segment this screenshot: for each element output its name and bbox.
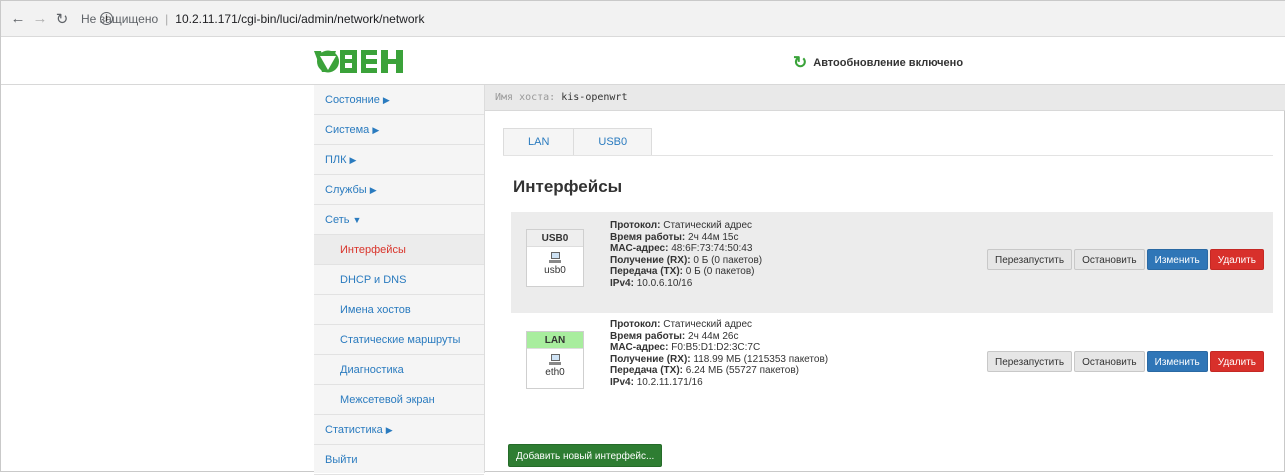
oven-logo[interactable] [314,48,408,75]
add-interface-button[interactable]: Добавить новый интерфейс... [508,444,663,467]
network-device-icon [549,252,561,264]
caret-right-icon: ▶ [385,425,393,435]
sidebar-item-label: Сеть [325,214,350,226]
arrow-left-icon[interactable]: ← [9,10,27,28]
tabs-divider [503,155,1273,156]
tab-usb0[interactable]: USB0 [574,128,653,155]
autorefresh-label: Автообновление включено [813,56,964,69]
browser-toolbar: ← → ↻ i Не защищено | 10.2.11.171/cgi-bi… [1,1,1285,37]
edit-button[interactable]: Изменить [1146,351,1208,372]
hostname-label: Имя хоста: [495,92,556,103]
sidebar-item-statistics[interactable]: Статистика ▶ [314,415,484,445]
address-bar[interactable]: i Не защищено | 10.2.11.171/cgi-bin/luci… [81,8,425,30]
interface-device: eth0 [545,367,565,378]
rx-value: 0 Б (0 пакетов) [693,254,763,266]
delete-button[interactable]: Удалить [1209,249,1264,270]
sidebar-subitem-diagnostics[interactable]: Диагностика [314,355,484,385]
restart-button[interactable]: Перезапустить [987,249,1073,270]
interface-actions: Перезапустить Остановить Изменить Удалит… [987,249,1264,270]
interface-info: Протокол: Статический адрес Время работы… [610,319,828,388]
tx-value: 0 Б (0 пакетов) [685,266,755,277]
delete-button[interactable]: Удалить [1209,351,1264,372]
caret-right-icon: ▶ [382,95,390,105]
mac-value: 48:6F:73:74:50:43 [671,243,753,254]
hostname-value: kis-openwrt [561,92,628,103]
tx-label: Передача (TX): [610,365,683,376]
interface-badge-name: USB0 [527,230,583,247]
tab-lan[interactable]: LAN [503,128,575,155]
rx-value: 118.99 МБ (1215353 пакетов) [693,353,829,365]
sidebar: Состояние ▶ Система ▶ ПЛК ▶ Службы ▶ Сеть ▼ И… [314,85,485,475]
uptime-value: 2ч 44м 26с [688,330,739,342]
caret-right-icon: ▶ [349,155,357,165]
ipv4-value: 10.0.6.10/16 [636,277,693,289]
caret-down-icon: ▼ [352,215,362,225]
sidebar-subitem-hostnames[interactable]: Имена хостов [314,295,484,325]
sidebar-item-status[interactable]: Состояние ▶ [314,85,484,115]
sidebar-item-label: Службы [325,184,367,196]
protocol-value: Статический адрес [663,319,753,330]
rx-label: Получение (RX): [610,254,691,266]
ipv4-value: 10.2.11.171/16 [636,376,703,388]
protocol-value: Статический адрес [663,220,753,231]
interface-tabs: LAN USB0 [503,128,653,155]
autorefresh-toggle[interactable]: ↻ Автообновление включено [793,54,963,71]
interface-actions: Перезапустить Остановить Изменить Удалит… [987,351,1264,372]
sidebar-item-system[interactable]: Система ▶ [314,115,484,145]
sidebar-subitem-interfaces[interactable]: Интерфейсы [314,235,484,265]
stop-button[interactable]: Остановить [1074,351,1145,372]
protocol-label: Протокол: [610,220,661,231]
protocol-label: Протокол: [610,319,661,330]
info-icon[interactable]: i [100,12,113,25]
interface-device: usb0 [544,265,566,276]
arrow-right-icon[interactable]: → [31,10,49,28]
sidebar-subitem-dhcp-dns[interactable]: DHCP и DNS [314,265,484,295]
address-separator: | [165,11,169,26]
sidebar-item-plc[interactable]: ПЛК ▶ [314,145,484,175]
ipv4-label: IPv4: [610,277,634,289]
sidebar-item-label: ПЛК [325,154,347,166]
url-text[interactable]: 10.2.11.171/cgi-bin/luci/admin/network/n… [175,12,424,26]
refresh-icon: ↻ [793,53,808,72]
interface-badge: LAN eth0 [526,331,584,389]
browser-window: ← → ↻ i Не защищено | 10.2.11.171/cgi-bi… [0,0,1285,475]
sidebar-item-services[interactable]: Службы ▶ [314,175,484,205]
interface-info: Протокол: Статический адрес Время работы… [610,220,762,289]
interface-badge-name: LAN [527,332,583,349]
restart-button[interactable]: Перезапустить [987,351,1073,372]
stop-button[interactable]: Остановить [1074,249,1145,270]
edit-button[interactable]: Изменить [1146,249,1208,270]
caret-right-icon: ▶ [372,125,380,135]
uptime-value: 2ч 44м 15с [688,231,739,243]
rx-label: Получение (RX): [610,353,691,365]
uptime-label: Время работы: [610,330,686,342]
interface-badge: USB0 usb0 [526,229,584,287]
sidebar-item-network[interactable]: Сеть ▼ [314,205,484,235]
mac-label: MAC-адрес: [610,243,669,254]
sidebar-item-label: Состояние [325,94,380,106]
uptime-label: Время работы: [610,231,686,243]
network-device-icon [549,354,561,366]
sidebar-subitem-static-routes[interactable]: Статические маршруты [314,325,484,355]
sidebar-item-label: Статистика [325,424,383,436]
ipv4-label: IPv4: [610,376,634,388]
page-header: ↻ Автообновление включено [1,37,1285,85]
interface-row-lan: LAN eth0 Протокол: Статический адрес Вре… [511,313,1273,414]
hostname-bar: Имя хоста: kis-openwrt [485,85,1285,111]
page-title: Интерфейсы [513,177,623,196]
sidebar-item-label: Система [325,124,370,136]
sidebar-item-logout[interactable]: Выйти [314,445,484,475]
oven-logo-mark [314,50,403,73]
mac-label: MAC-адрес: [610,342,669,353]
security-label: Не защищено [81,11,159,26]
interface-row-usb0: USB0 usb0 Протокол: Статический адрес Вр… [511,212,1273,313]
sidebar-subitem-firewall[interactable]: Межсетевой экран [314,385,484,415]
reload-icon[interactable]: ↻ [53,10,71,28]
mac-value: F0:B5:D1:D2:3C:7C [671,342,761,353]
tx-label: Передача (TX): [610,266,683,277]
caret-right-icon: ▶ [369,185,377,195]
tx-value: 6.24 МБ (55727 пакетов) [685,365,799,376]
